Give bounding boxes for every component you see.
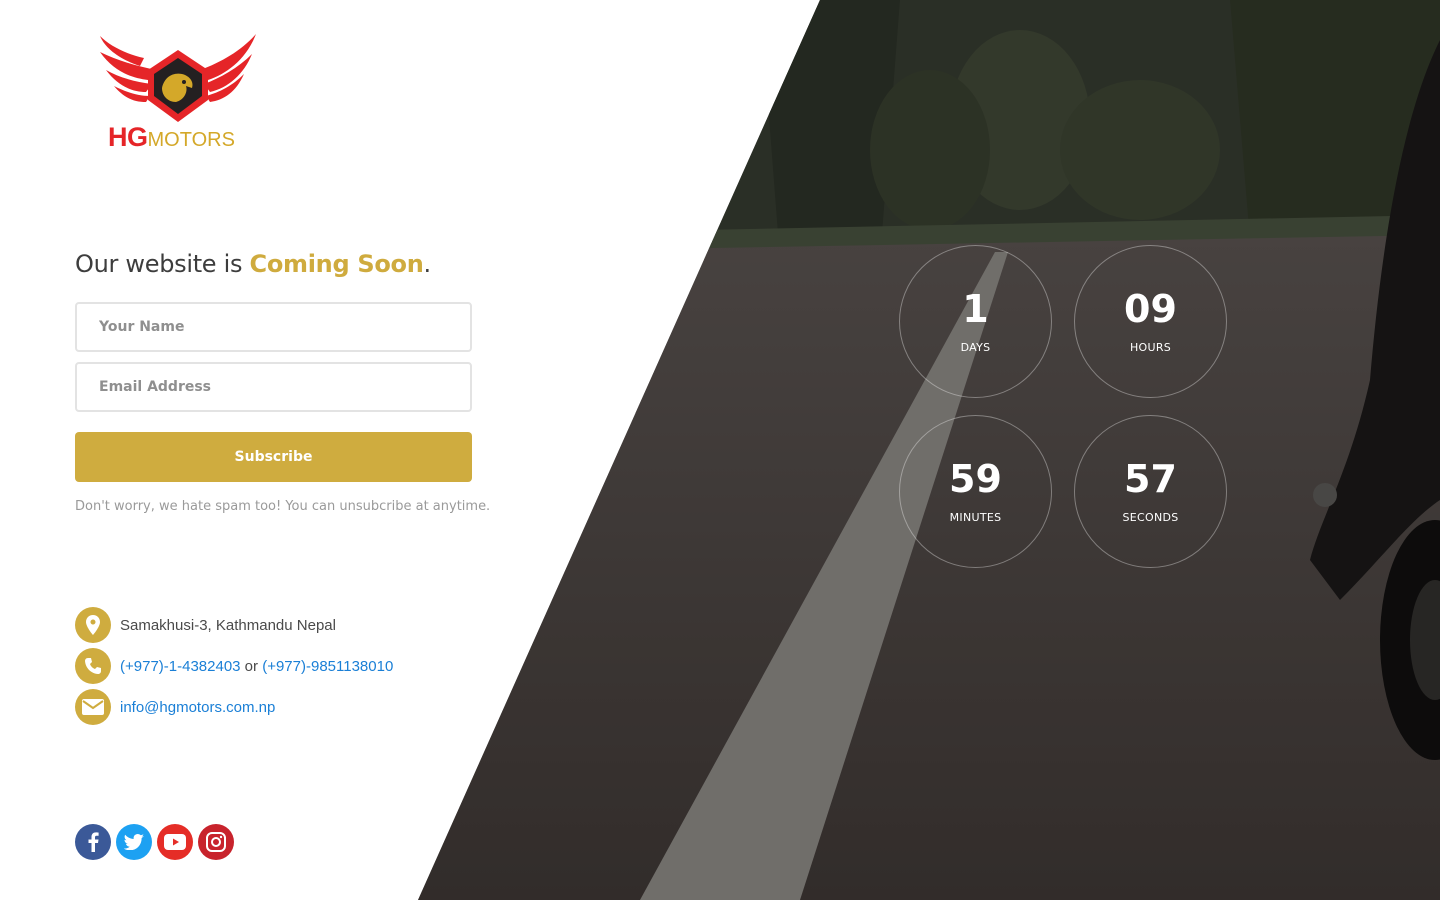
hg-motors-logo[interactable]: HGMOTORS	[96, 30, 260, 154]
facebook-icon[interactable]	[75, 824, 111, 860]
contact-phone-row: (+977)-1-4382403 or (+977)-9851138010	[75, 648, 393, 684]
subscribe-button[interactable]: Subscribe	[75, 432, 472, 482]
countdown-hours-value: 09	[1124, 287, 1177, 331]
headline-accent: Coming Soon	[249, 250, 424, 278]
phone-link-landline[interactable]: (+977)-1-4382403	[120, 658, 241, 675]
countdown-minutes-value: 59	[949, 457, 1002, 501]
phone-separator: or	[240, 657, 263, 675]
eagle-emblem-icon	[100, 34, 256, 122]
logo-hg-text: HG	[108, 122, 148, 152]
countdown-days-value: 1	[962, 287, 989, 331]
countdown-days: 1 DAYS	[899, 245, 1052, 398]
countdown-seconds-label: SECONDS	[1122, 511, 1179, 524]
youtube-icon[interactable]	[157, 824, 193, 860]
countdown-hours: 09 HOURS	[1074, 245, 1227, 398]
contact-email-row: info@hgmotors.com.np	[75, 689, 275, 725]
countdown-hours-label: HOURS	[1129, 341, 1172, 354]
page-headline: Our website is Coming Soon.	[75, 250, 431, 278]
email-input[interactable]	[75, 362, 472, 412]
contact-phones: (+977)-1-4382403 or (+977)-9851138010	[120, 658, 393, 675]
countdown-minutes: 59 MINUTES	[899, 415, 1052, 568]
name-input[interactable]	[75, 302, 472, 352]
instagram-icon[interactable]	[198, 824, 234, 860]
logo-wordmark: HGMOTORS	[108, 122, 235, 153]
map-marker-icon	[75, 607, 111, 643]
logo-motors-text: MOTORS	[147, 129, 235, 151]
contact-email: info@hgmotors.com.np	[120, 699, 275, 716]
headline-suffix: .	[423, 250, 432, 278]
countdown-minutes-label: MINUTES	[949, 511, 1002, 524]
phone-icon	[75, 648, 111, 684]
countdown-seconds-value: 57	[1124, 457, 1177, 501]
headline-prefix: Our website is	[75, 250, 250, 278]
email-link[interactable]: info@hgmotors.com.np	[120, 699, 275, 716]
phone-link-mobile[interactable]: (+977)-9851138010	[262, 658, 393, 675]
countdown-seconds: 57 SECONDS	[1074, 415, 1227, 568]
social-links	[75, 824, 234, 860]
envelope-icon	[75, 689, 111, 725]
contact-address: Samakhusi-3, Kathmandu Nepal	[120, 616, 336, 634]
contact-address-row: Samakhusi-3, Kathmandu Nepal	[75, 607, 336, 643]
countdown-days-label: DAYS	[960, 341, 991, 354]
spam-note: Don't worry, we hate spam too! You can u…	[75, 499, 491, 514]
twitter-icon[interactable]	[116, 824, 152, 860]
